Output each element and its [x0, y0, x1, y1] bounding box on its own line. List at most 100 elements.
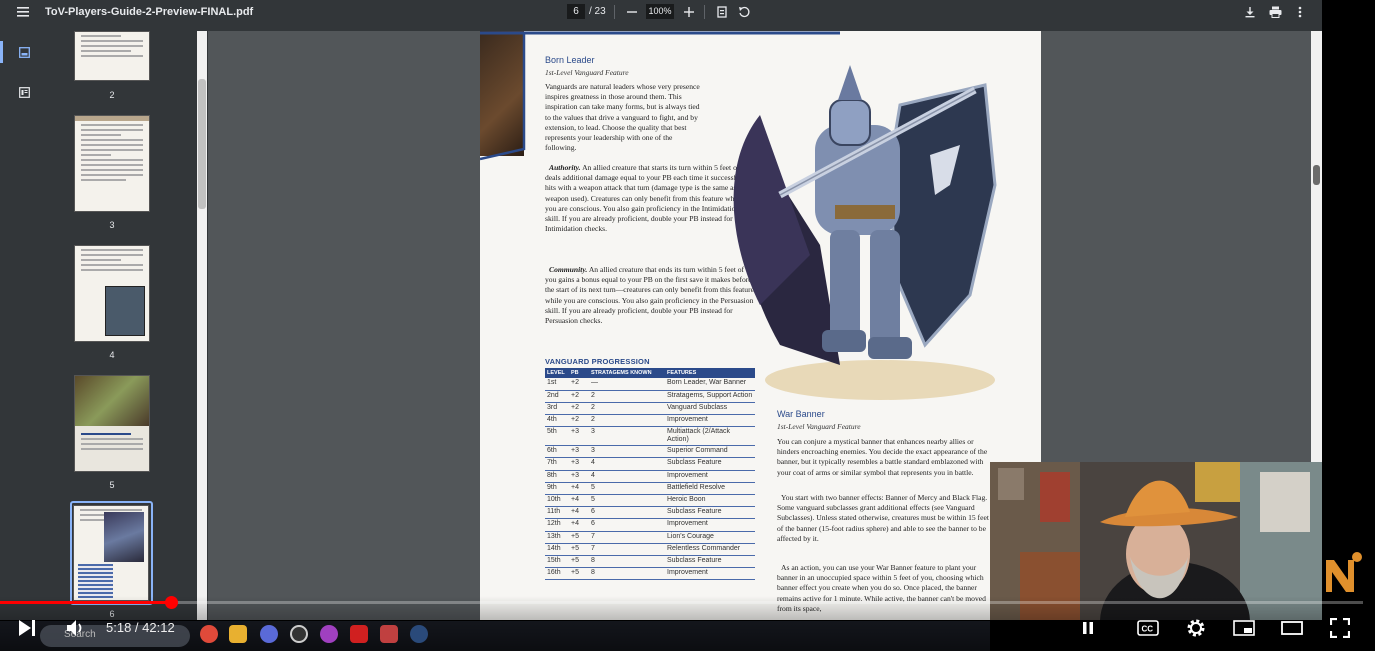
born-leader-intro: Vanguards are natural leaders whose very… [545, 82, 700, 153]
app-icon[interactable] [380, 625, 398, 643]
table-row: 12th +4 6 Improvement [545, 518, 755, 532]
table-cell: Lion's Courage [665, 531, 755, 544]
sidebar-rail [0, 31, 46, 620]
pause-icon[interactable] [1078, 618, 1098, 638]
menu-icon[interactable] [13, 2, 33, 22]
table-cell: Subclass Feature [665, 555, 755, 569]
authority-label: Authority. [549, 163, 581, 172]
table-cell: +4 [569, 506, 589, 520]
page-total: / 23 [589, 6, 606, 17]
table-cell: +2 [569, 414, 589, 428]
table-row: 8th +3 4 Improvement [545, 470, 755, 483]
table-cell: Improvement [665, 567, 755, 581]
community-label: Community. [549, 265, 588, 274]
file-explorer-icon[interactable] [229, 625, 247, 643]
column-header: STRATAGEMS KNOWN [589, 368, 665, 378]
video-scrubber-handle[interactable] [164, 596, 178, 609]
rotate-icon[interactable] [734, 2, 754, 22]
table-body: 1st +2— Born Leader, War Banner 2nd +2 2 Strat… [545, 378, 755, 581]
page-thumbnail[interactable] [74, 115, 150, 212]
steam-icon[interactable] [410, 625, 428, 643]
settings-gear-icon[interactable] [1184, 616, 1208, 640]
page-thumbnail[interactable] [74, 375, 150, 472]
print-icon[interactable] [1265, 2, 1285, 22]
closed-captions-icon[interactable]: CC [1136, 618, 1160, 638]
volume-icon[interactable] [62, 617, 88, 639]
more-options-icon[interactable] [1290, 2, 1310, 22]
table-cell: 7 [589, 531, 665, 544]
toolbar-divider [614, 5, 615, 19]
zoom-out-icon[interactable] [622, 2, 642, 22]
table-cell: 8 [589, 567, 665, 581]
table-cell: +2 [569, 390, 589, 403]
table-cell: +3 [569, 470, 589, 483]
table-cell: +3 [569, 445, 589, 459]
section-subheading: 1st-Level Vanguard Feature [545, 68, 629, 77]
page-thumbnail-current[interactable] [73, 505, 149, 601]
table-cell: 5 [589, 482, 665, 496]
table-cell: 15th [545, 555, 569, 569]
app-icon[interactable] [320, 625, 338, 643]
document-scrollbar-thumb[interactable] [1313, 165, 1320, 185]
table-cell: 3 [589, 445, 665, 459]
table-cell: +2 [569, 378, 589, 391]
table-cell: Multiattack (2/Attack Action) [665, 426, 755, 447]
sidebar-scrollbar-thumb[interactable] [198, 79, 206, 209]
table-cell: +5 [569, 555, 589, 569]
toolbar-divider [704, 5, 705, 19]
table-cell: 9th [545, 482, 569, 496]
thumbnail-label: 4 [109, 350, 115, 360]
table-row: 7th +3 4 Subclass Feature [545, 457, 755, 471]
table-cell: 7th [545, 457, 569, 471]
miniplayer-icon[interactable] [1232, 618, 1256, 638]
table-cell: 2nd [545, 390, 569, 403]
table-cell: +4 [569, 494, 589, 508]
table-cell: 12th [545, 518, 569, 532]
table-cell: Vanguard Subclass [665, 402, 755, 416]
zoom-input[interactable]: 100% [646, 4, 674, 19]
table-cell: 6 [589, 518, 665, 532]
zoom-in-icon[interactable] [679, 2, 699, 22]
thumbnail-label: 5 [109, 480, 115, 490]
theater-mode-icon[interactable] [1280, 618, 1304, 638]
video-time-display: 5:18 / 42:12 [106, 620, 175, 635]
page-thumbnail[interactable] [74, 31, 150, 81]
table-cell: 4 [589, 470, 665, 483]
table-cell: 7 [589, 543, 665, 556]
video-progress-track[interactable] [0, 601, 1363, 604]
page-thumbnail[interactable] [74, 245, 150, 342]
page-number-input[interactable]: 6 [567, 4, 585, 19]
obs-icon[interactable] [290, 625, 308, 643]
sidebar-scrollbar[interactable] [197, 31, 207, 620]
thumbnails-view-icon[interactable] [14, 42, 34, 62]
acrobat-icon[interactable] [350, 625, 368, 643]
table-row: 4th +2 2 Improvement [545, 414, 755, 428]
table-row: 13th +5 7 Lion's Courage [545, 531, 755, 544]
table-cell: +3 [569, 457, 589, 471]
table-cell: 2 [589, 414, 665, 428]
download-icon[interactable] [1240, 2, 1260, 22]
column-header: PB [569, 368, 589, 378]
table-cell: +5 [569, 531, 589, 544]
fullscreen-icon[interactable] [1328, 617, 1352, 639]
table-cell: 16th [545, 567, 569, 581]
next-video-icon[interactable] [14, 617, 40, 639]
table-cell: +4 [569, 482, 589, 496]
table-cell: 2 [589, 390, 665, 403]
discord-icon[interactable] [260, 625, 278, 643]
table-cell: 3rd [545, 402, 569, 416]
table-cell: +3 [569, 426, 589, 447]
table-cell: 10th [545, 494, 569, 508]
fit-page-icon[interactable] [712, 2, 732, 22]
table-row: 14th +5 7 Relentless Commander [545, 543, 755, 556]
section-heading: War Banner [777, 409, 825, 419]
war-banner-paragraph-2: You start with two banner effects: Banne… [777, 493, 989, 543]
channel-logo-icon [1324, 548, 1364, 594]
outline-view-icon[interactable] [14, 82, 34, 102]
thumbnail-sidebar: 2 3 4 5 6 [0, 31, 208, 620]
chrome-icon[interactable] [200, 625, 218, 643]
table-row: 5th +3 3 Multiattack (2/Attack Action) [545, 426, 755, 447]
table-cell: +4 [569, 518, 589, 532]
table-row: 3rd +2 2 Vanguard Subclass [545, 402, 755, 416]
table-cell: Improvement [665, 518, 755, 532]
